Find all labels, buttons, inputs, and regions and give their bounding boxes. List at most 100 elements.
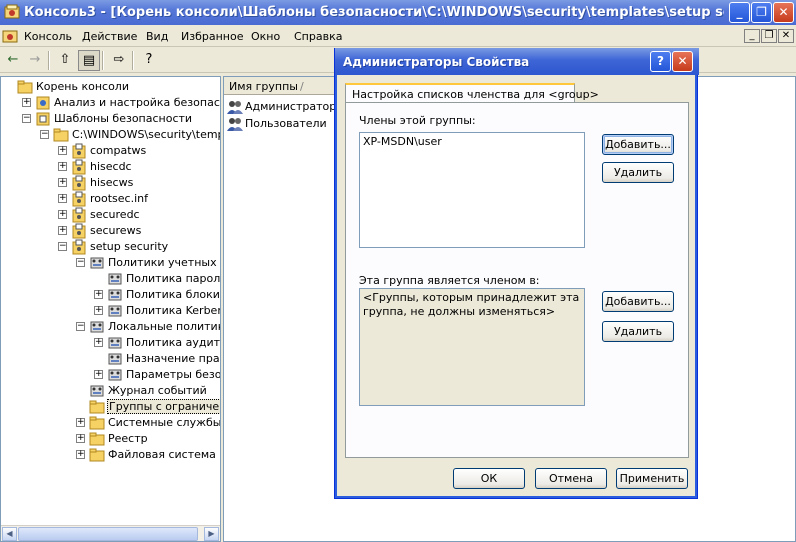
member-item[interactable]: XP-MSDN\user — [363, 135, 581, 148]
tree-item[interactable]: + securedc — [1, 207, 220, 223]
console-tree[interactable]: Корень консоли + Анализ и настройка безопа… — [0, 76, 221, 542]
tree-item-label: Параметры безопас — [126, 368, 221, 381]
tree-item[interactable]: − setup security — [1, 239, 220, 255]
tree-item-label: setup security — [90, 240, 169, 253]
maximize-button[interactable]: ❐ — [751, 2, 772, 23]
main-title-bar[interactable]: Консоль3 - [Корень консоли\Шаблоны безоп… — [0, 0, 796, 25]
tree-item[interactable]: − Шаблоны безопасности — [1, 111, 220, 127]
expand-icon[interactable]: + — [76, 434, 85, 443]
expand-icon[interactable]: + — [58, 146, 67, 155]
expand-icon[interactable]: + — [22, 98, 31, 107]
tree-item[interactable]: + Файловая система — [1, 447, 220, 463]
policy-icon — [108, 273, 122, 285]
add-member-button[interactable]: Добавить... — [602, 134, 674, 155]
expand-icon[interactable]: + — [58, 178, 67, 187]
tree-item-label: Реестр — [108, 432, 148, 445]
folder-icon — [53, 128, 69, 142]
expand-icon[interactable]: + — [94, 338, 103, 347]
help-button[interactable]: ? — [138, 50, 160, 71]
template-icon — [72, 159, 86, 175]
tree-item-label: Шаблоны безопасности — [54, 112, 193, 125]
member-of-listbox[interactable]: <Группы, которым принадлежит эта группа,… — [359, 288, 585, 406]
tree-item-label: securews — [90, 224, 142, 237]
remove-member-button[interactable]: Удалить — [602, 162, 674, 183]
menu-window[interactable]: Окно — [251, 30, 280, 43]
tree-horizontal-scrollbar[interactable]: ◀ ▶ — [1, 525, 220, 541]
menu-favorites[interactable]: Избранное — [181, 30, 243, 43]
add-membership-button[interactable]: Добавить... — [602, 291, 674, 312]
tree-item[interactable]: Корень консоли — [1, 79, 220, 95]
tree-item-label: Политики учетных запи — [108, 256, 220, 269]
tree-item[interactable]: − Локальные политики — [1, 319, 220, 335]
tree-item[interactable]: Группы с ограниченным — [1, 399, 220, 415]
expand-icon[interactable]: + — [94, 306, 103, 315]
tree-item[interactable]: + Реестр — [1, 431, 220, 447]
column-header-group-name[interactable]: Имя группы / — [224, 77, 344, 95]
tab-membership-configuration[interactable]: Настройка списков членства для <group> — [345, 83, 599, 103]
collapse-icon[interactable]: − — [22, 114, 31, 123]
tree-item[interactable]: + securews — [1, 223, 220, 239]
tree-item[interactable]: Журнал событий — [1, 383, 220, 399]
console-menu-icon[interactable] — [2, 28, 18, 44]
remove-membership-button[interactable]: Удалить — [602, 321, 674, 342]
cancel-button[interactable]: Отмена — [535, 468, 607, 489]
members-listbox[interactable]: XP-MSDN\user — [359, 132, 585, 248]
expand-icon[interactable]: + — [76, 418, 85, 427]
mdi-restore-button[interactable]: ❐ — [761, 29, 777, 43]
tree-item[interactable]: + hisecdc — [1, 159, 220, 175]
expand-icon[interactable]: + — [58, 194, 67, 203]
tree-item[interactable]: + Политика Kerberos — [1, 303, 220, 319]
tree-item[interactable]: + Параметры безопас — [1, 367, 221, 383]
minimize-button[interactable]: _ — [729, 2, 750, 23]
tree-item[interactable]: + Политика блокирови — [1, 287, 220, 303]
menu-console[interactable]: Консоль — [24, 30, 72, 43]
mdi-minimize-button[interactable]: _ — [744, 29, 760, 43]
menu-view[interactable]: Вид — [146, 30, 168, 43]
tree-item[interactable]: − C:\WINDOWS\security\templates — [1, 127, 220, 143]
expand-icon[interactable]: + — [58, 226, 67, 235]
tree-item[interactable]: Политика паролей — [1, 271, 220, 287]
tree-item[interactable]: + Анализ и настройка безопасности — [1, 95, 220, 111]
tree-item[interactable]: Назначение прав по — [1, 351, 220, 367]
dialog-help-button[interactable]: ? — [650, 51, 671, 72]
dialog-title-bar[interactable]: Администраторы Свойства ? ✕ — [335, 48, 699, 75]
ok-button[interactable]: ОК — [453, 468, 525, 489]
collapse-icon[interactable]: − — [58, 242, 67, 251]
member-of-label: Эта группа является членом в: — [359, 274, 540, 287]
tree-item[interactable]: − Политики учетных запи — [1, 255, 220, 271]
scroll-right-icon[interactable]: ▶ — [204, 527, 219, 541]
tree-item-label: C:\WINDOWS\security\templates — [72, 128, 220, 141]
export-list-button[interactable]: ⇨ — [108, 50, 130, 71]
apply-button[interactable]: Применить — [616, 468, 688, 489]
expand-icon[interactable]: + — [58, 162, 67, 171]
forward-button[interactable]: → — [24, 50, 46, 71]
scroll-left-icon[interactable]: ◀ — [2, 527, 17, 541]
expand-icon[interactable]: + — [58, 210, 67, 219]
tree-item[interactable]: + hisecws — [1, 175, 220, 191]
menu-action[interactable]: Действие — [82, 30, 137, 43]
show-hide-tree-button[interactable]: ▤ — [78, 50, 100, 71]
scroll-thumb[interactable] — [18, 527, 198, 541]
collapse-icon[interactable]: − — [76, 322, 85, 331]
tree-item[interactable]: + Системные службы — [1, 415, 220, 431]
expand-icon[interactable]: + — [94, 290, 103, 299]
tree-item[interactable]: + Политика аудита — [1, 335, 220, 351]
tree-item[interactable]: + compatws — [1, 143, 220, 159]
dialog-close-button[interactable]: ✕ — [672, 51, 693, 72]
up-one-level-button[interactable]: ⇧ — [54, 50, 76, 71]
collapse-icon[interactable]: − — [76, 258, 85, 267]
policy-icon — [108, 369, 122, 381]
tree-item-label: securedc — [90, 208, 140, 221]
template-icon — [72, 239, 86, 255]
close-button[interactable]: ✕ — [773, 2, 794, 23]
expand-icon[interactable]: + — [76, 450, 85, 459]
tree-item[interactable]: + rootsec.inf — [1, 191, 220, 207]
expand-icon[interactable]: + — [94, 370, 103, 379]
menu-help[interactable]: Справка — [294, 30, 342, 43]
back-button[interactable]: ← — [2, 50, 24, 71]
policy-icon — [90, 321, 104, 333]
collapse-icon[interactable]: − — [40, 130, 49, 139]
tree-item-label: Анализ и настройка безопасности — [54, 96, 220, 109]
mdi-close-button[interactable]: ✕ — [778, 29, 794, 43]
policy-icon — [90, 257, 104, 269]
